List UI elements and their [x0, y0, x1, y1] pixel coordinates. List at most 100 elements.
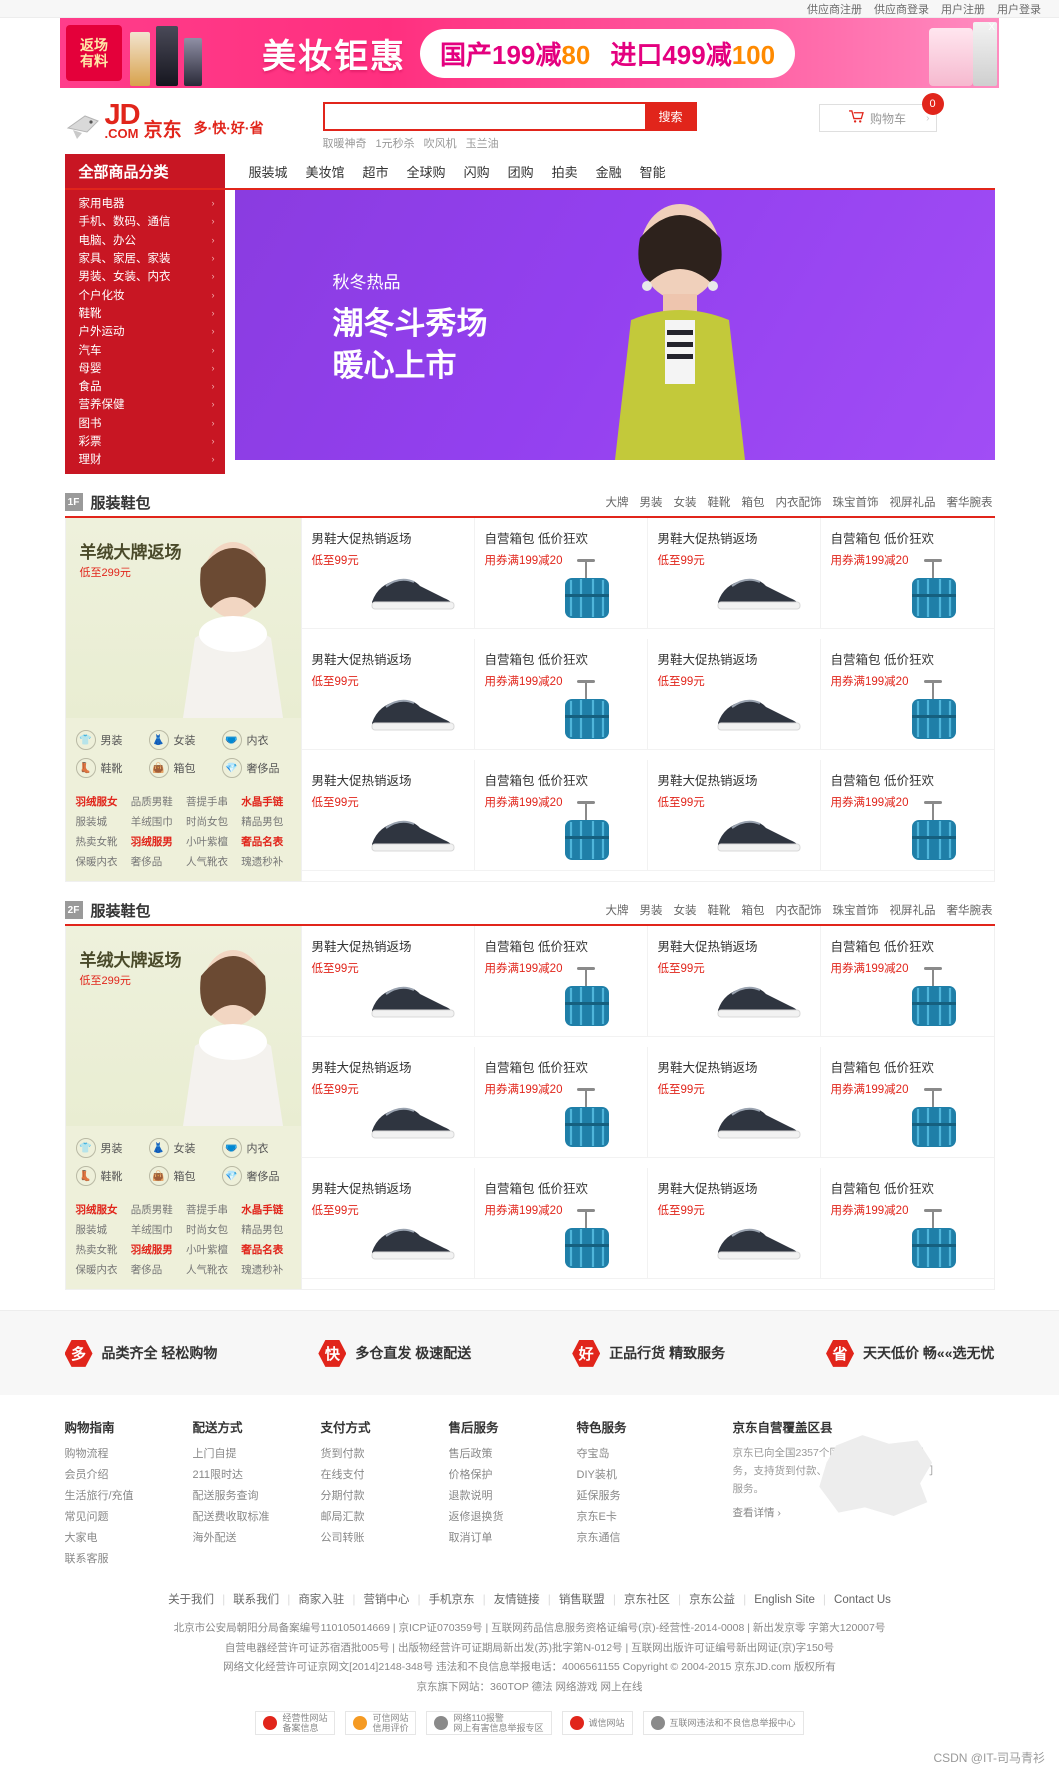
category-item-6[interactable]: 鞋靴 › [65, 304, 225, 322]
category-item-1[interactable]: 手机、数码、通信 › [65, 212, 225, 230]
product-cell-2[interactable]: 男鞋大促热销返场 低至99元 [647, 518, 821, 630]
promo-link-12[interactable]: 保暖内衣 [76, 1262, 127, 1277]
product-cell-3[interactable]: 自营箱包 低价狂欢 用券满199减20 [820, 926, 994, 1038]
promo-link-2[interactable]: 菩提手串 [186, 794, 237, 809]
promo-banner[interactable]: 返场 有料 美妆钜惠 国产199减80 进口499减100 X [60, 18, 999, 88]
footer-link-4-2[interactable]: 延保服务 [577, 1487, 705, 1503]
footer-link-1-3[interactable]: 配送费收取标准 [193, 1508, 321, 1524]
promo-link-3[interactable]: 水晶手链 [241, 794, 292, 809]
nav-link-3[interactable]: 全球购 [407, 162, 446, 181]
coverage-more-link[interactable]: 查看详情 › [733, 1505, 781, 1520]
floor-tab-4[interactable]: 箱包 [742, 494, 765, 510]
promo-icon-内衣[interactable]: 🩲 内衣 [221, 1138, 293, 1159]
product-cell-11[interactable]: 自营箱包 低价狂欢 用券满199减20 [820, 760, 994, 872]
category-item-9[interactable]: 母婴 › [65, 359, 225, 377]
promo-link-4[interactable]: 服装城 [76, 814, 127, 829]
promo-icon-鞋靴[interactable]: 👢 鞋靴 [75, 758, 147, 779]
promo-link-0[interactable]: 羽绒服女 [76, 794, 127, 809]
promo-link-5[interactable]: 羊绒围巾 [131, 1222, 182, 1237]
promo-link-15[interactable]: 瑰遗秒补 [241, 854, 292, 869]
footer-nav-link-4[interactable]: 手机京东 [429, 1594, 475, 1606]
product-cell-6[interactable]: 男鞋大促热销返场 低至99元 [647, 639, 821, 751]
promo-link-9[interactable]: 羽绒服男 [131, 834, 182, 849]
category-item-2[interactable]: 电脑、办公 › [65, 231, 225, 249]
topbar-link-supplier-register[interactable]: 供应商注册 [807, 1, 862, 17]
product-cell-7[interactable]: 自营箱包 低价狂欢 用券满199减20 [820, 639, 994, 751]
cert-badge-0[interactable]: 经营性网站 备案信息 [255, 1711, 336, 1736]
promo-link-8[interactable]: 热卖女靴 [76, 1242, 127, 1257]
floor-promo-card-2F[interactable]: 羊绒大牌返场 低至299元 👕 男装 👗 女装 🩲 内衣 👢 鞋靴 👜 箱包 💎 奢侈品 羽绒服女 品质男鞋菩… [65, 926, 302, 1290]
promo-icon-鞋靴[interactable]: 👢 鞋靴 [75, 1166, 147, 1187]
promo-link-3[interactable]: 水晶手链 [241, 1202, 292, 1217]
nav-link-2[interactable]: 超市 [363, 162, 389, 181]
hotword-0[interactable]: 取暖神奇 [323, 135, 367, 151]
promo-icon-女装[interactable]: 👗 女装 [148, 1138, 220, 1159]
floor-tab-2[interactable]: 女装 [674, 494, 697, 510]
footer-link-3-2[interactable]: 退款说明 [449, 1487, 577, 1503]
footer-link-0-4[interactable]: 大家电 [65, 1529, 193, 1545]
promo-link-12[interactable]: 保暖内衣 [76, 854, 127, 869]
promo-link-14[interactable]: 人气靴衣 [186, 1262, 237, 1277]
footer-nav-link-6[interactable]: 销售联盟 [559, 1594, 605, 1606]
category-item-8[interactable]: 汽车 › [65, 340, 225, 358]
promo-link-0[interactable]: 羽绒服女 [76, 1202, 127, 1217]
promo-icon-男装[interactable]: 👕 男装 [75, 730, 147, 751]
promo-link-11[interactable]: 奢品名表 [241, 1242, 292, 1257]
floor-tab-2[interactable]: 女装 [674, 902, 697, 918]
floor-tab-7[interactable]: 视屏礼品 [890, 494, 936, 510]
product-cell-10[interactable]: 男鞋大促热销返场 低至99元 [647, 1168, 821, 1280]
product-cell-0[interactable]: 男鞋大促热销返场 低至99元 [301, 926, 475, 1038]
promo-link-15[interactable]: 瑰遗秒补 [241, 1262, 292, 1277]
promo-link-1[interactable]: 品质男鞋 [131, 794, 182, 809]
nav-link-8[interactable]: 智能 [640, 162, 666, 181]
floor-tab-5[interactable]: 内衣配饰 [776, 902, 822, 918]
nav-link-7[interactable]: 金融 [596, 162, 622, 181]
promo-link-11[interactable]: 奢品名表 [241, 834, 292, 849]
promo-link-1[interactable]: 品质男鞋 [131, 1202, 182, 1217]
footer-link-0-0[interactable]: 购物流程 [65, 1445, 193, 1461]
promo-link-6[interactable]: 时尚女包 [186, 814, 237, 829]
footer-nav-link-3[interactable]: 营销中心 [363, 1594, 409, 1606]
cert-badge-1[interactable]: 可信网站 信用评价 [345, 1711, 417, 1736]
search-button[interactable]: 搜索 [644, 102, 697, 131]
category-item-11[interactable]: 营养保健 › [65, 395, 225, 413]
hotword-1[interactable]: 1元秒杀 [376, 135, 415, 151]
hotword-3[interactable]: 玉兰油 [466, 135, 499, 151]
product-cell-6[interactable]: 男鞋大促热销返场 低至99元 [647, 1047, 821, 1159]
floor-tab-6[interactable]: 珠宝首饰 [833, 902, 879, 918]
footer-link-2-2[interactable]: 分期付款 [321, 1487, 449, 1503]
footer-link-0-3[interactable]: 常见问题 [65, 1508, 193, 1524]
product-cell-8[interactable]: 男鞋大促热销返场 低至99元 [301, 1168, 475, 1280]
promo-link-9[interactable]: 羽绒服男 [131, 1242, 182, 1257]
floor-tab-0[interactable]: 大牌 [606, 902, 629, 918]
footer-nav-link-9[interactable]: English Site [754, 1594, 815, 1606]
footer-nav-link-10[interactable]: Contact Us [834, 1594, 891, 1606]
footer-nav-link-7[interactable]: 京东社区 [624, 1594, 670, 1606]
footer-link-1-2[interactable]: 配送服务查询 [193, 1487, 321, 1503]
promo-link-14[interactable]: 人气靴衣 [186, 854, 237, 869]
nav-link-6[interactable]: 拍卖 [552, 162, 578, 181]
product-cell-1[interactable]: 自营箱包 低价狂欢 用券满199减20 [474, 518, 648, 630]
footer-link-2-3[interactable]: 邮局汇款 [321, 1508, 449, 1524]
footer-link-2-4[interactable]: 公司转账 [321, 1529, 449, 1545]
product-cell-3[interactable]: 自营箱包 低价狂欢 用券满199减20 [820, 518, 994, 630]
promo-icon-男装[interactable]: 👕 男装 [75, 1138, 147, 1159]
floor-tab-8[interactable]: 奢华腕表 [947, 494, 993, 510]
promo-icon-奢侈品[interactable]: 💎 奢侈品 [221, 1166, 293, 1187]
nav-link-0[interactable]: 服装城 [249, 162, 288, 181]
all-categories-button[interactable]: 全部商品分类 [64, 154, 225, 188]
footer-link-2-0[interactable]: 货到付款 [321, 1445, 449, 1461]
footer-link-0-2[interactable]: 生活旅行/充值 [65, 1487, 193, 1503]
floor-tab-0[interactable]: 大牌 [606, 494, 629, 510]
cert-badge-4[interactable]: 互联网违法和不良信息举报中心 [642, 1711, 804, 1736]
promo-icon-内衣[interactable]: 🩲 内衣 [221, 730, 293, 751]
category-item-7[interactable]: 户外运动 › [65, 322, 225, 340]
product-cell-4[interactable]: 男鞋大促热销返场 低至99元 [301, 639, 475, 751]
promo-link-10[interactable]: 小叶紫檀 [186, 834, 237, 849]
promo-link-5[interactable]: 羊绒围巾 [131, 814, 182, 829]
promo-link-13[interactable]: 奢侈品 [131, 1262, 182, 1277]
product-cell-2[interactable]: 男鞋大促热销返场 低至99元 [647, 926, 821, 1038]
promo-link-4[interactable]: 服装城 [76, 1222, 127, 1237]
footer-link-0-5[interactable]: 联系客服 [65, 1550, 193, 1566]
footer-nav-link-8[interactable]: 京东公益 [689, 1594, 735, 1606]
